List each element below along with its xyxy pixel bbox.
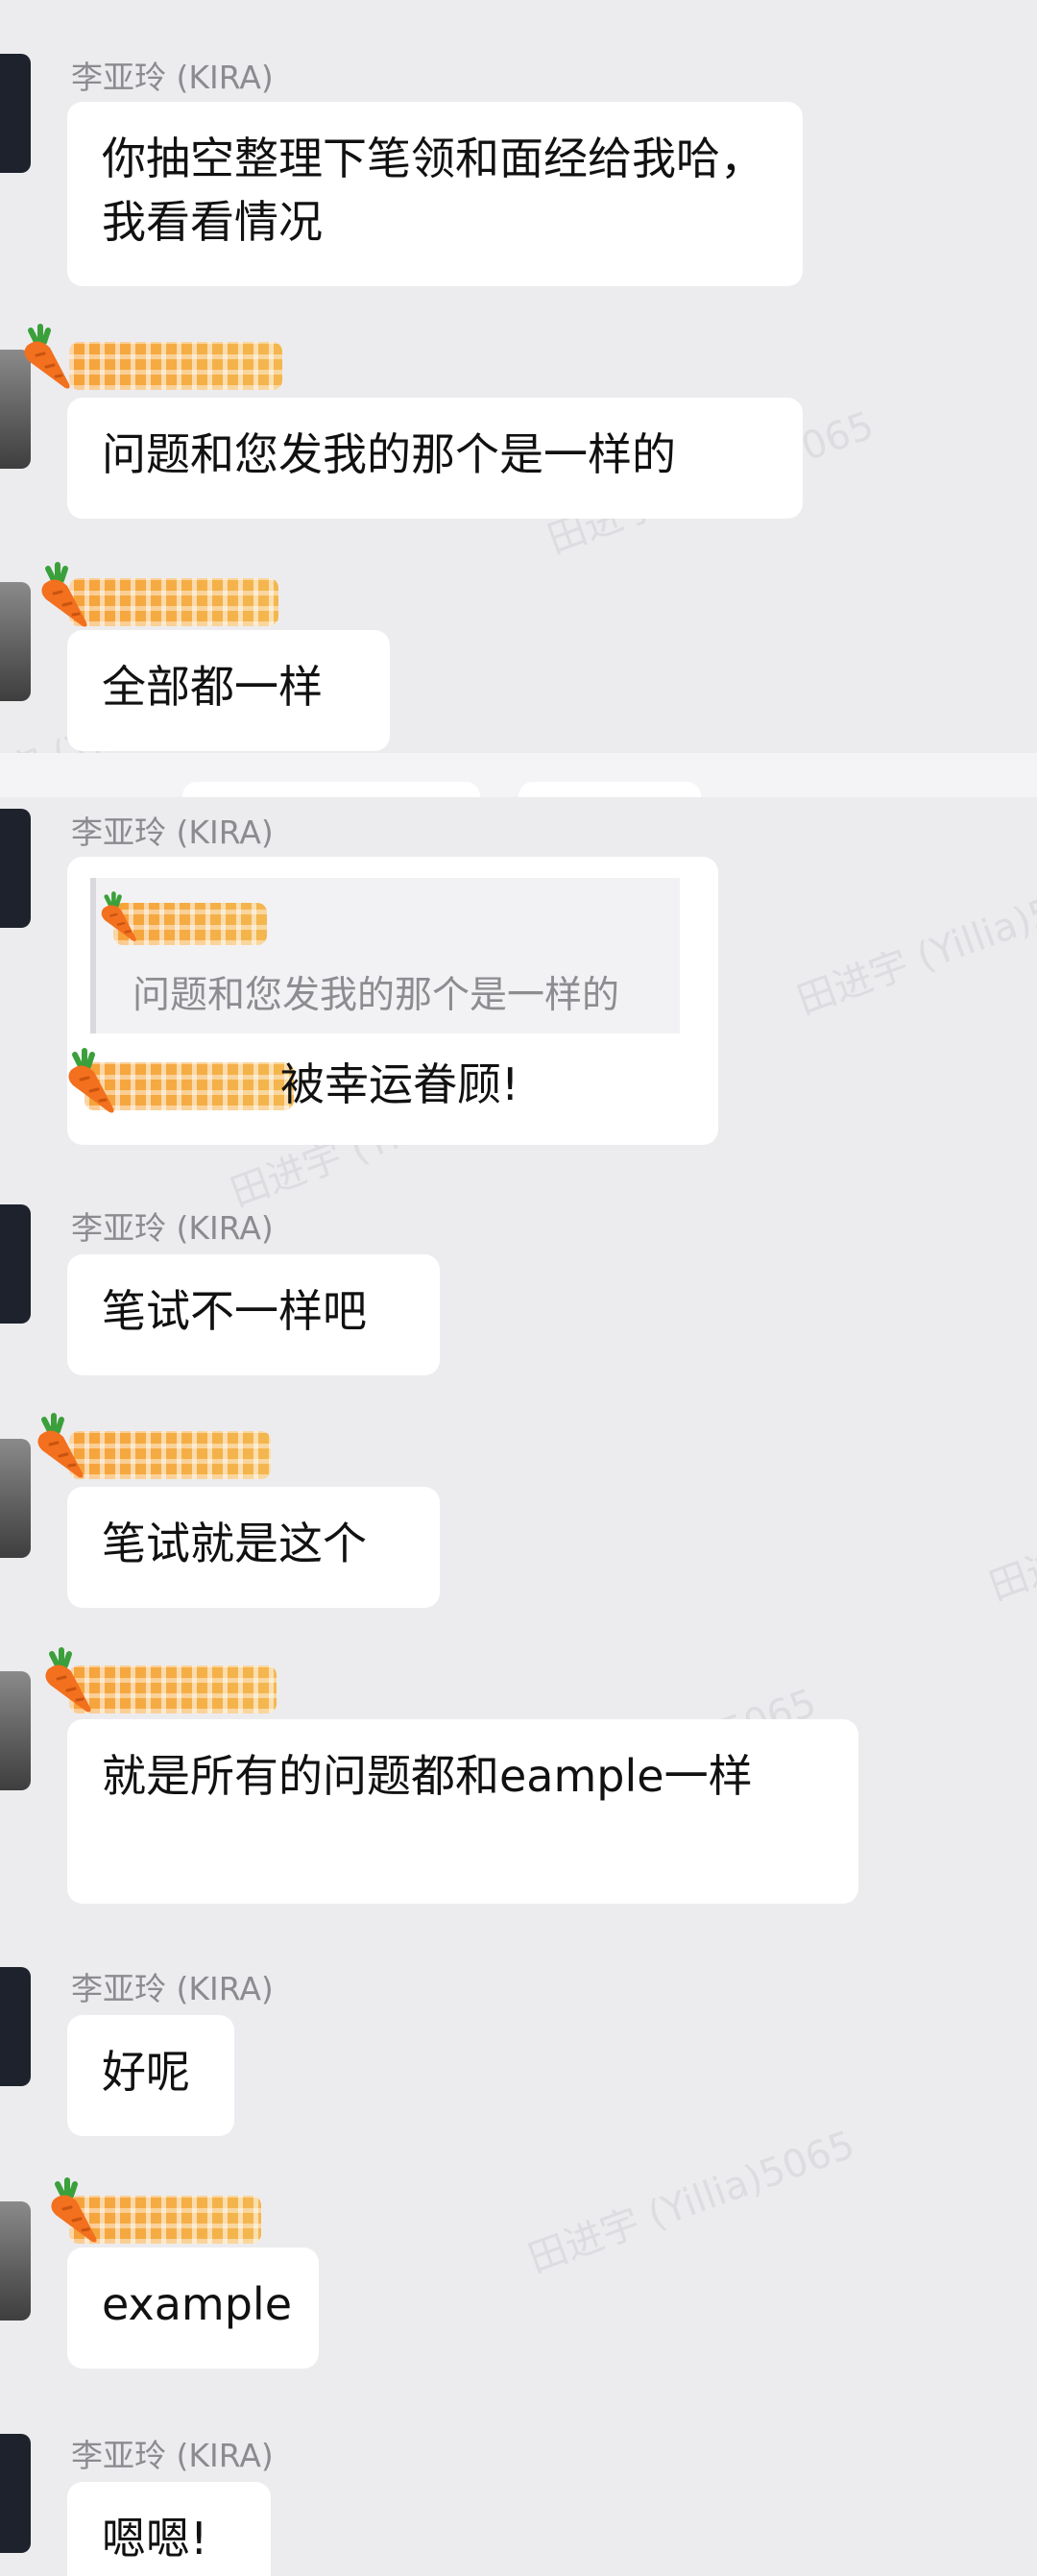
avatar[interactable] (0, 1439, 31, 1558)
message-bubble[interactable]: 笔试就是这个 (67, 1487, 440, 1608)
carrot-icon (41, 562, 87, 627)
message-text: 全部都一样 (102, 661, 323, 713)
quoted-text: 问题和您发我的那个是一样的 (133, 974, 620, 1017)
message-bubble[interactable]: 嗯嗯! (67, 2482, 271, 2576)
message-text: 你抽空整理下笔领和面经给我哈，我看看情况 (102, 133, 764, 248)
message-bubble[interactable]: 你抽空整理下笔领和面经给我哈，我看看情况 (67, 102, 803, 286)
message-bubble[interactable]: 笔试不一样吧 (67, 1254, 440, 1375)
message-bubble[interactable]: 就是所有的问题都和eample一样 (67, 1719, 858, 1904)
sender-name: 李亚玲 (KIRA) (71, 1209, 274, 1247)
carrot-icon (68, 1048, 114, 1113)
carrot-icon (24, 324, 70, 389)
sender-name-redacted (69, 578, 278, 626)
message-bubble[interactable]: 全部都一样 (67, 630, 390, 751)
sender-name: 李亚玲 (KIRA) (71, 814, 274, 851)
message-bubble[interactable]: 问题和您发我的那个是一样的 (67, 398, 803, 519)
avatar[interactable] (0, 54, 31, 173)
avatar[interactable] (0, 1671, 31, 1790)
message-bubble[interactable]: 问题和您发我的那个是一样的 被幸运眷顾! (67, 857, 718, 1145)
sender-name: 李亚玲 (KIRA) (71, 1970, 274, 2007)
message-text: example (102, 2278, 292, 2330)
message-text: 就是所有的问题都和eample一样 (102, 1750, 753, 1802)
avatar[interactable] (0, 809, 31, 928)
message-text: 笔试不一样吧 (102, 1285, 367, 1337)
carrot-icon (51, 2177, 97, 2243)
message-text: 笔试就是这个 (102, 1518, 367, 1569)
message-text: 问题和您发我的那个是一样的 (102, 428, 676, 480)
sender-name-redacted (69, 342, 282, 390)
screenshot-divider (0, 753, 1037, 811)
message-bubble[interactable]: 好呢 (67, 2015, 234, 2136)
sender-name-redacted (69, 1665, 277, 1713)
avatar[interactable] (0, 1967, 31, 2086)
watermark: 田进宇 (Yillia)5065 (983, 1450, 1037, 1610)
message-text: 被幸运眷顾! (280, 1058, 519, 1110)
message-bubble[interactable]: example (67, 2248, 319, 2369)
carrot-icon (101, 891, 136, 941)
carrot-icon (45, 1647, 91, 1713)
avatar[interactable] (0, 582, 31, 701)
quoted-message[interactable]: 问题和您发我的那个是一样的 (90, 878, 680, 1033)
avatar[interactable] (0, 2434, 31, 2553)
chat-segment-top: 田进宇 (Yillia)5065 田进宇 (Yillia)5065 李亚玲 (K… (0, 0, 1037, 753)
avatar[interactable] (0, 1204, 31, 1324)
avatar[interactable] (0, 2201, 31, 2321)
sender-name: 李亚玲 (KIRA) (71, 2437, 274, 2474)
watermark: 田进宇 (Yillia)5065 (791, 863, 1037, 1024)
sender-name-redacted (69, 1431, 271, 1479)
sender-name: 李亚玲 (KIRA) (71, 59, 274, 96)
message-text: 嗯嗯! (102, 2513, 208, 2564)
message-text: 好呢 (102, 2046, 190, 2098)
carrot-icon (37, 1413, 84, 1478)
watermark: 田进宇 (Yillia)5065 (522, 2122, 861, 2282)
chat-segment-bottom: 田进宇 (Yillia)5065 田进宇 (Yillia)5065 田进宇 (Y… (0, 797, 1037, 2576)
